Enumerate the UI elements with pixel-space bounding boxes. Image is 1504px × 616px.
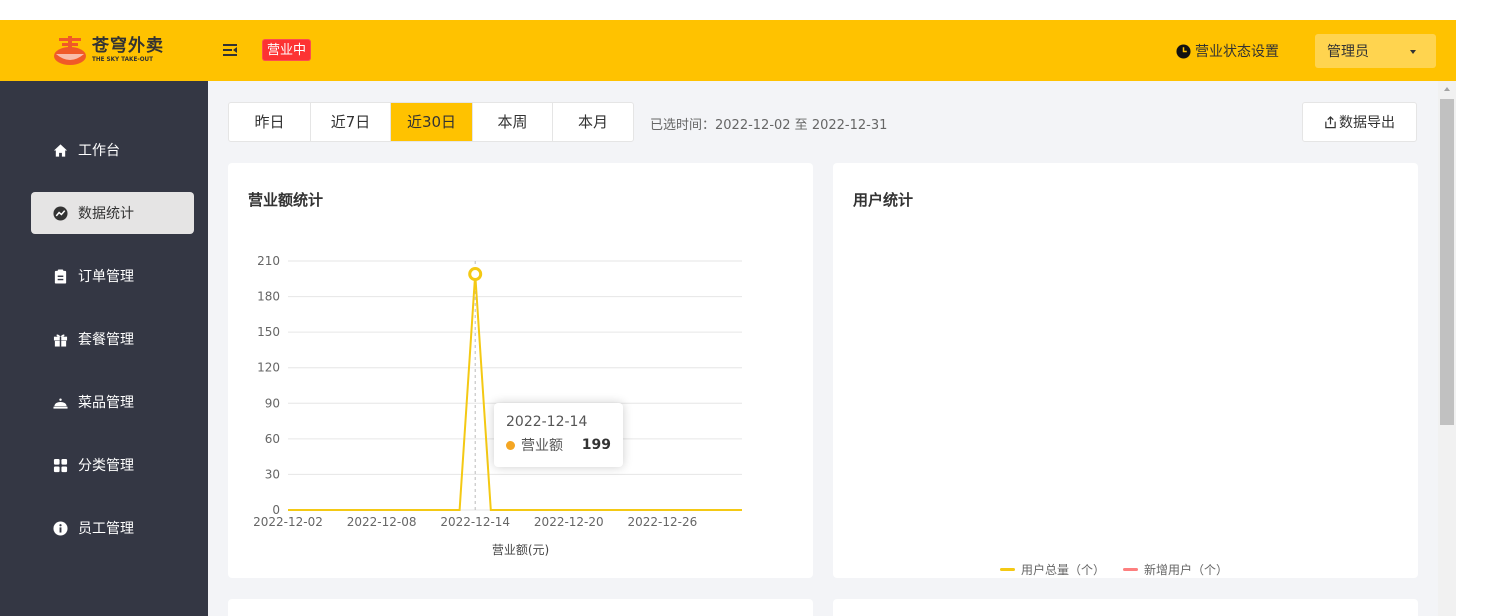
dish-cover-icon: [53, 397, 68, 409]
caret-down-icon: [1410, 50, 1416, 54]
tab-yesterday[interactable]: 昨日: [229, 103, 311, 141]
sidebar-item-label: 菜品管理: [78, 395, 134, 411]
sidebar-item-label: 数据统计: [78, 206, 134, 222]
sidebar-item-label: 工作台: [78, 143, 120, 159]
app-logo[interactable]: 苍穹外卖 THE SKY TAKE-OUT: [52, 34, 164, 66]
legend-label: 用户总量（个）: [1021, 563, 1106, 577]
revenue-legend-label: 营业额(元): [491, 543, 550, 557]
sidebar-item-orders[interactable]: 订单管理: [31, 255, 194, 297]
page-scrollbar[interactable]: [1438, 81, 1456, 616]
tooltip-series-dot: [506, 440, 515, 450]
sidebar-item-setmeals[interactable]: 套餐管理: [31, 318, 194, 360]
chart-icon: [53, 205, 68, 221]
clipboard-icon: [54, 268, 67, 284]
selected-time-range: 已选时间：2022-12-02 至 2022-12-31: [650, 118, 888, 133]
y-tick-label: 30: [265, 467, 280, 481]
tab-last-7-days[interactable]: 近7日: [311, 103, 391, 141]
user-stats-card: 用户统计 用户总量（个） 新增用户（个）: [833, 163, 1418, 578]
gift-icon: [53, 334, 68, 347]
sales-ranking-card: [833, 599, 1418, 616]
user-chart-legend: 用户总量（个） 新增用户（个）: [1000, 561, 1246, 578]
grid-icon: [53, 458, 68, 472]
admin-name: 管理员: [1327, 44, 1369, 60]
clock-icon: [1176, 43, 1191, 59]
x-tick-label: 2022-12-08: [347, 515, 417, 529]
tab-this-month[interactable]: 本月: [553, 103, 633, 141]
sidebar-item-dishes[interactable]: 菜品管理: [31, 381, 194, 423]
y-tick-label: 150: [257, 325, 280, 339]
scroll-up-icon[interactable]: [1444, 87, 1450, 91]
x-tick-label: 2022-12-20: [534, 515, 604, 529]
tooltip-date: 2022-12-14: [506, 414, 588, 430]
tab-last-30-days[interactable]: 近30日: [391, 103, 473, 141]
logo-subtitle: THE SKY TAKE-OUT: [92, 55, 154, 63]
home-icon: [53, 143, 68, 157]
sidebar-item-statistics[interactable]: 数据统计: [31, 192, 194, 234]
revenue-line-chart[interactable]: 03060901201501802102022-12-02 2022-12-08 2…: [228, 163, 813, 578]
date-range-tabs: 昨日 近7日 近30日 本周 本月: [228, 102, 634, 142]
x-tick-label: 2022-12-26: [628, 515, 698, 529]
legend-total-users[interactable]: 用户总量（个）: [1000, 561, 1105, 578]
legend-new-users[interactable]: 新增用户（个）: [1123, 561, 1228, 578]
y-tick-label: 90: [265, 396, 280, 410]
logo-icon: [54, 36, 86, 65]
export-label: 数据导出: [1339, 115, 1395, 131]
legend-label: 新增用户（个）: [1144, 563, 1229, 577]
menu-collapse-icon[interactable]: [222, 42, 238, 58]
y-tick-label: 60: [265, 432, 280, 446]
chart-tooltip: 2022-12-14 营业额 199: [494, 403, 623, 467]
x-tick-label: 2022-12-14: [440, 515, 510, 529]
legend-line-yellow: [1000, 568, 1015, 571]
sidebar-item-label: 套餐管理: [78, 332, 134, 348]
sidebar: 工作台 数据统计 订单管理 套餐管理 菜品管理 分类管理 员工管理: [0, 81, 208, 616]
sidebar-item-label: 分类管理: [78, 458, 134, 474]
tab-this-week[interactable]: 本周: [473, 103, 553, 141]
legend-line-red: [1123, 568, 1139, 571]
sidebar-item-categories[interactable]: 分类管理: [31, 444, 194, 486]
y-tick-label: 180: [257, 290, 280, 304]
export-data-button[interactable]: 数据导出: [1302, 102, 1417, 142]
tooltip-series-name: 营业额: [521, 438, 563, 454]
sidebar-item-employees[interactable]: 员工管理: [31, 507, 194, 549]
sidebar-item-dashboard[interactable]: 工作台: [31, 129, 194, 171]
y-tick-label: 210: [257, 254, 280, 268]
revenue-stats-card: 营业额统计 0 30 60 90 120 150 180 210 2022-12-02 2022-…: [228, 163, 813, 578]
scrollbar-thumb[interactable]: [1440, 99, 1454, 425]
info-icon: [53, 520, 68, 536]
order-stats-card: [228, 599, 813, 616]
top-header: 苍穹外卖 THE SKY TAKE-OUT 营业中 营业状态设置 管理员: [0, 20, 1456, 81]
export-icon: [1325, 115, 1336, 128]
business-status-setting[interactable]: 营业状态设置: [1176, 41, 1279, 61]
admin-dropdown[interactable]: 管理员: [1315, 34, 1436, 68]
app-window: 苍穹外卖 THE SKY TAKE-OUT 营业中 营业状态设置 管理员 工作台…: [0, 20, 1456, 616]
data-point-highlight[interactable]: [468, 267, 483, 282]
y-tick-label: 120: [257, 361, 280, 375]
sidebar-item-label: 订单管理: [78, 269, 134, 285]
shop-status-badge: 营业中: [262, 39, 312, 61]
x-tick-label: 2022-12-02: [253, 515, 323, 529]
sidebar-item-label: 员工管理: [78, 521, 134, 537]
tooltip-value: 199: [581, 437, 611, 453]
logo-title: 苍穹外卖: [92, 35, 164, 56]
business-status-label: 营业状态设置: [1195, 44, 1279, 60]
user-card-title: 用户统计: [853, 191, 914, 209]
